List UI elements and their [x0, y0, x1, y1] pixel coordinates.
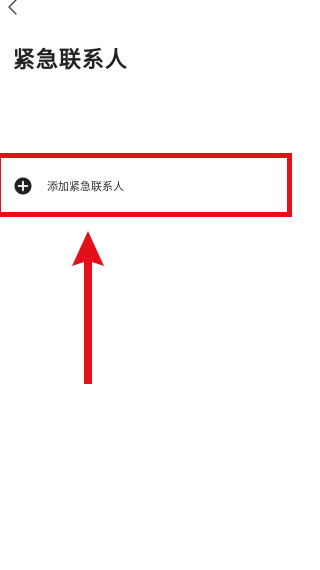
emergency-contacts-screen: { "header": { "back_icon": "chevron-left…: [0, 0, 317, 570]
add-emergency-contact-label: 添加紧急联系人: [47, 179, 124, 193]
page-title: 紧急联系人: [13, 48, 129, 73]
plus-circle-icon: [14, 177, 32, 195]
back-button[interactable]: [2, 0, 24, 18]
chevron-left-icon: [2, 0, 24, 18]
add-emergency-contact-button[interactable]: 添加紧急联系人: [0, 158, 292, 213]
annotation-arrow-up-icon: [66, 228, 110, 388]
